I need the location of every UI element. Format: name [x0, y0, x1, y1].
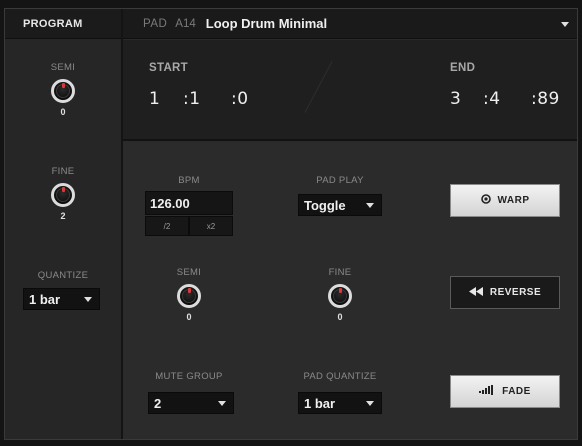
program-column: PROGRAM SEMI 0 FINE 2 QUANTIZE 1 bar: [5, 9, 123, 439]
pad-column: PAD A14 Loop Drum Minimal START 1 :1 :0 …: [123, 9, 577, 439]
chevron-down-icon: [366, 202, 374, 208]
pad-number: A14: [175, 17, 196, 30]
end-bars[interactable]: 3: [450, 89, 461, 109]
fade-label: FADE: [502, 386, 531, 397]
warp-label: WARP: [497, 195, 530, 206]
fade-bars-icon: [479, 385, 495, 398]
program-quantize-label: QUANTIZE: [37, 270, 89, 281]
program-semi-knob[interactable]: [51, 79, 75, 103]
bpm-half-button[interactable]: /2: [145, 216, 189, 236]
program-header: PROGRAM: [5, 9, 121, 39]
reverse-button[interactable]: REVERSE: [450, 276, 560, 309]
end-label: END: [450, 62, 476, 74]
start-beats[interactable]: :1: [183, 89, 201, 109]
range-divider: [304, 61, 333, 113]
sample-name: Loop Drum Minimal: [205, 16, 328, 31]
pad-fine-value: 0: [337, 312, 343, 322]
program-fine-knob[interactable]: [51, 183, 75, 207]
pad-label: PAD: [143, 17, 168, 30]
program-fine-label: FINE: [51, 166, 75, 177]
sample-edit-panel: PROGRAM SEMI 0 FINE 2 QUANTIZE 1 bar PAD…: [4, 8, 578, 440]
mute-group-dropdown[interactable]: 2: [148, 392, 234, 414]
warp-button[interactable]: WARP: [450, 184, 560, 217]
pad-quantize-dropdown[interactable]: 1 bar: [298, 392, 382, 414]
bpm-field[interactable]: 126.00: [145, 191, 233, 215]
chevron-down-icon: [84, 296, 92, 302]
program-semi-label: SEMI: [50, 62, 76, 73]
end-beats[interactable]: :4: [483, 89, 501, 109]
pad-play-label-wrap: PAD PLAY: [298, 175, 382, 186]
reverse-label: REVERSE: [489, 287, 542, 298]
pad-selector[interactable]: PAD A14 Loop Drum Minimal: [123, 9, 577, 39]
pad-play-label: PAD PLAY: [316, 175, 364, 186]
chevron-down-icon: [561, 22, 569, 27]
pad-controls-section: BPM 126.00 /2 x2 PAD PLAY Toggle SEMI 0 …: [123, 143, 577, 439]
pad-quantize-label-wrap: PAD QUANTIZE: [294, 371, 386, 382]
pad-quantize-value: 1 bar: [304, 395, 336, 411]
pad-semi-label: SEMI: [176, 267, 202, 278]
pad-play-value: Toggle: [304, 197, 346, 213]
program-fine-value: 2: [60, 211, 66, 221]
rewind-icon: [468, 286, 483, 299]
pad-semi-group: SEMI 0: [163, 267, 215, 322]
program-semi-group: SEMI 0: [5, 62, 121, 117]
mute-group-label-wrap: MUTE GROUP: [145, 371, 233, 382]
mute-group-label: MUTE GROUP: [155, 371, 223, 382]
mute-group-value: 2: [154, 395, 162, 411]
spiral-icon: [480, 194, 491, 207]
sample-range-section: START 1 :1 :0 END 3 :4 :89: [123, 40, 577, 141]
pad-semi-value: 0: [186, 312, 192, 322]
start-label: START: [149, 62, 188, 74]
start-ticks[interactable]: :0: [231, 89, 249, 109]
bpm-label-wrap: BPM: [145, 175, 233, 186]
program-quantize-value: 1 bar: [29, 291, 61, 307]
bpm-label: BPM: [178, 175, 200, 186]
pad-quantize-label: PAD QUANTIZE: [303, 371, 377, 382]
chevron-down-icon: [366, 400, 374, 406]
pad-fine-group: FINE 0: [314, 267, 366, 322]
start-bars[interactable]: 1: [149, 89, 160, 109]
program-semi-value: 0: [60, 107, 66, 117]
end-ticks[interactable]: :89: [531, 89, 560, 109]
pad-fine-label: FINE: [328, 267, 352, 278]
fade-button[interactable]: FADE: [450, 375, 560, 408]
pad-fine-knob[interactable]: [328, 284, 352, 308]
pad-semi-knob[interactable]: [177, 284, 201, 308]
program-quantize-group: QUANTIZE: [5, 270, 121, 281]
bpm-double-button[interactable]: x2: [189, 216, 233, 236]
pad-play-dropdown[interactable]: Toggle: [298, 194, 382, 216]
program-quantize-dropdown[interactable]: 1 bar: [23, 288, 100, 310]
chevron-down-icon: [218, 400, 226, 406]
bpm-control: 126.00 /2 x2: [145, 191, 233, 237]
program-fine-group: FINE 2: [5, 166, 121, 221]
